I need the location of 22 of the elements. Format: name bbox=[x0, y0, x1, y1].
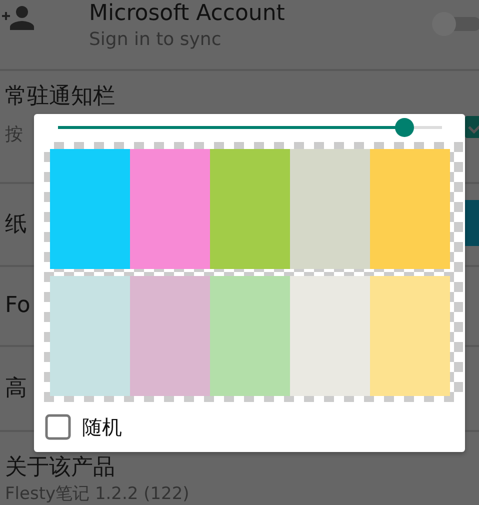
setting-title: 高 bbox=[5, 374, 27, 402]
color-swatch[interactable] bbox=[210, 149, 290, 269]
color-swatch[interactable] bbox=[370, 149, 450, 269]
setting-title: 关于该产品 bbox=[5, 454, 115, 482]
color-swatch[interactable] bbox=[130, 276, 210, 396]
random-label: 随机 bbox=[82, 414, 122, 440]
checkbox[interactable] bbox=[45, 414, 71, 440]
setting-title: Fo bbox=[5, 292, 30, 320]
slider-thumb[interactable] bbox=[394, 118, 414, 137]
add-person-icon[interactable] bbox=[0, 6, 35, 30]
color-swatch[interactable] bbox=[210, 276, 290, 396]
toggle-switch[interactable] bbox=[429, 12, 479, 36]
setting-title: 纸 bbox=[5, 210, 27, 238]
color-swatch[interactable] bbox=[130, 149, 210, 269]
color-swatch[interactable] bbox=[50, 149, 130, 269]
setting-title: 常驻通知栏 bbox=[5, 83, 115, 111]
color-swatch[interactable] bbox=[290, 276, 370, 396]
color-swatch[interactable] bbox=[465, 200, 479, 246]
color-swatch[interactable] bbox=[50, 276, 130, 396]
color-swatch[interactable] bbox=[290, 149, 370, 269]
color-swatch[interactable] bbox=[370, 276, 450, 396]
setting-title: Microsoft Account bbox=[89, 0, 285, 28]
